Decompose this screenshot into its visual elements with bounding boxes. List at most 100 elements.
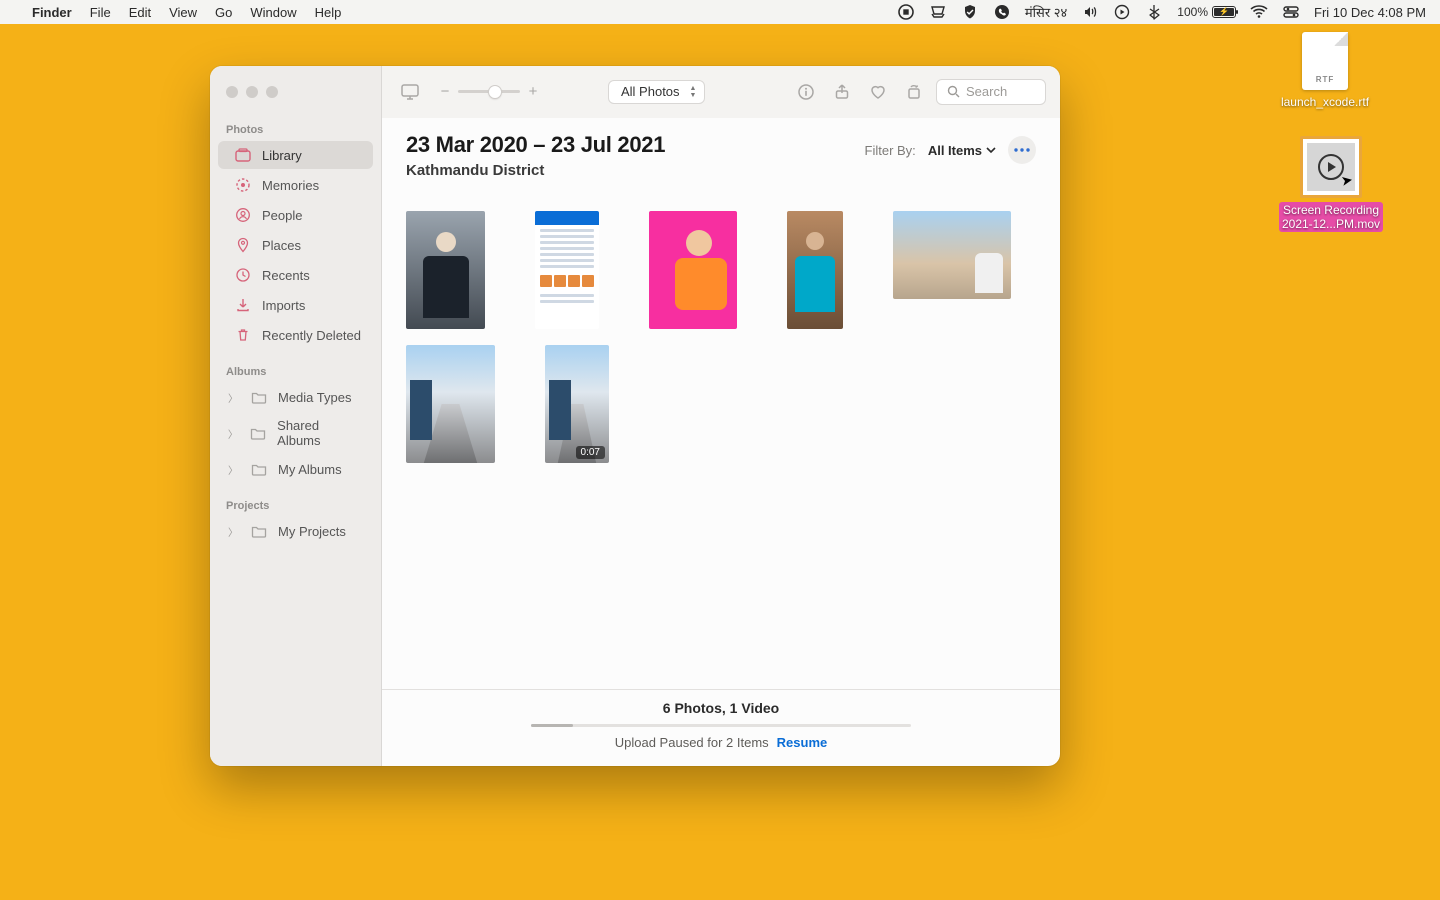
video-thumbnail[interactable]: 0:07: [545, 345, 609, 463]
menu-window[interactable]: Window: [250, 5, 296, 20]
trash-icon: [234, 326, 252, 344]
location-subtitle: Kathmandu District: [406, 162, 865, 179]
shield-icon[interactable]: [961, 3, 979, 21]
sidebar-item-library[interactable]: Library: [218, 141, 373, 169]
desktop-file-rtf[interactable]: RTF launch_xcode.rtf: [1270, 32, 1380, 110]
photo-thumbnail[interactable]: [787, 211, 843, 329]
desktop-file-label-line: Screen Recording: [1283, 203, 1379, 217]
desktop: Finder File Edit View Go Window Help मंस…: [0, 0, 1440, 900]
bluetooth-icon[interactable]: [1145, 3, 1163, 21]
menubar-clock[interactable]: Fri 10 Dec 4:08 PM: [1314, 5, 1426, 20]
desktop-file-label: launch_xcode.rtf: [1278, 94, 1372, 110]
now-playing-icon[interactable]: [1113, 3, 1131, 21]
favorite-button[interactable]: [864, 78, 892, 106]
menubar-app-name[interactable]: Finder: [32, 5, 72, 20]
chevron-right-icon: 〉: [226, 524, 240, 539]
sidebar-item-recently-deleted[interactable]: Recently Deleted: [218, 321, 373, 349]
sidebar-item-label: My Projects: [278, 524, 346, 539]
rtf-file-icon: RTF: [1302, 32, 1348, 90]
battery-icon: ⚡: [1212, 6, 1236, 18]
viber-icon[interactable]: [993, 3, 1011, 21]
more-button[interactable]: [1008, 136, 1036, 164]
chevron-right-icon: 〉: [226, 462, 240, 477]
zoom-knob[interactable]: [489, 86, 501, 98]
folder-icon: [250, 460, 268, 478]
places-icon: [234, 236, 252, 254]
rotate-button[interactable]: [900, 78, 928, 106]
sidebar-item-label: People: [262, 208, 302, 223]
sidebar-item-imports[interactable]: Imports: [218, 291, 373, 319]
sidebar-item-label: My Albums: [278, 462, 342, 477]
zoom-out-button[interactable]: −: [438, 83, 452, 100]
search-input[interactable]: Search: [936, 79, 1046, 105]
view-select-label: All Photos: [621, 84, 680, 99]
sidebar-section-projects-label: Projects: [210, 494, 381, 516]
zoom-slider[interactable]: − +: [438, 83, 540, 100]
menubar-date-nepali[interactable]: मंसिर २४: [1025, 3, 1067, 21]
menu-edit[interactable]: Edit: [129, 5, 151, 20]
imports-icon: [234, 296, 252, 314]
footer: 6 Photos, 1 Video Upload Paused for 2 It…: [382, 689, 1060, 766]
tray-icon[interactable]: [929, 3, 947, 21]
control-center-icon[interactable]: [1282, 3, 1300, 21]
slideshow-button[interactable]: [396, 78, 424, 106]
sidebar-item-memories[interactable]: Memories: [218, 171, 373, 199]
photo-grid[interactable]: 0:07: [382, 187, 1060, 689]
sidebar-item-my-albums[interactable]: 〉 My Albums: [218, 455, 373, 483]
toolbar: − + All Photos ▲▼: [382, 66, 1060, 118]
desktop-file-label: Screen Recording 2021-12...PM.mov: [1279, 202, 1383, 232]
sidebar-item-label: Places: [262, 238, 301, 253]
sidebar-item-media-types[interactable]: 〉 Media Types: [218, 383, 373, 411]
sidebar-item-people[interactable]: People: [218, 201, 373, 229]
resume-button[interactable]: Resume: [777, 735, 828, 750]
info-button[interactable]: [792, 78, 820, 106]
recents-icon: [234, 266, 252, 284]
sidebar-item-label: Library: [262, 148, 302, 163]
chevron-right-icon: 〉: [226, 390, 240, 405]
view-select[interactable]: All Photos ▲▼: [608, 80, 705, 104]
sidebar-section-photos-label: Photos: [210, 118, 381, 140]
sidebar-item-label: Media Types: [278, 390, 351, 405]
sidebar-item-label: Recently Deleted: [262, 328, 361, 343]
chevron-right-icon: 〉: [226, 426, 240, 441]
photos-window: Photos Library Memories People: [210, 66, 1060, 766]
menu-go[interactable]: Go: [215, 5, 232, 20]
sidebar-item-places[interactable]: Places: [218, 231, 373, 259]
share-button[interactable]: [828, 78, 856, 106]
mov-file-icon: ➤: [1300, 136, 1362, 198]
photo-thumbnail[interactable]: [893, 211, 1011, 299]
wifi-icon[interactable]: [1250, 3, 1268, 21]
window-zoom-button[interactable]: [266, 86, 278, 98]
photo-thumbnail[interactable]: [649, 211, 737, 329]
zoom-in-button[interactable]: +: [526, 83, 540, 100]
zoom-track[interactable]: [458, 90, 520, 93]
desktop-file-label-line: 2021-12...PM.mov: [1282, 217, 1380, 231]
photo-thumbnail[interactable]: [406, 345, 495, 463]
battery-status[interactable]: 100% ⚡: [1177, 5, 1236, 19]
volume-icon[interactable]: [1081, 3, 1099, 21]
sidebar-item-recents[interactable]: Recents: [218, 261, 373, 289]
people-icon: [234, 206, 252, 224]
window-close-button[interactable]: [226, 86, 238, 98]
menubar-right: मंसिर २४ 100% ⚡ Fri 10 Dec 4: [897, 3, 1426, 21]
content-header: 23 Mar 2020 – 23 Jul 2021 Kathmandu Dist…: [382, 118, 1060, 187]
folder-icon: [250, 424, 268, 442]
menu-help[interactable]: Help: [315, 5, 342, 20]
window-minimize-button[interactable]: [246, 86, 258, 98]
ellipsis-icon: [1014, 148, 1030, 152]
menu-view[interactable]: View: [169, 5, 197, 20]
desktop-file-mov[interactable]: ➤ Screen Recording 2021-12...PM.mov: [1276, 136, 1386, 232]
sidebar-item-label: Memories: [262, 178, 319, 193]
record-stop-icon[interactable]: [897, 3, 915, 21]
menu-file[interactable]: File: [90, 5, 111, 20]
photo-thumbnail[interactable]: [406, 211, 485, 329]
item-count-text: 6 Photos, 1 Video: [663, 700, 779, 716]
sidebar-item-shared-albums[interactable]: 〉 Shared Albums: [218, 413, 373, 453]
filter-by-button[interactable]: All Items: [928, 143, 996, 158]
sidebar-item-my-projects[interactable]: 〉 My Projects: [218, 517, 373, 545]
photo-thumbnail[interactable]: [535, 211, 599, 329]
window-traffic-lights: [210, 66, 381, 118]
sidebar: Photos Library Memories People: [210, 66, 382, 766]
rtf-badge: RTF: [1302, 75, 1348, 84]
main-area: − + All Photos ▲▼: [382, 66, 1060, 766]
